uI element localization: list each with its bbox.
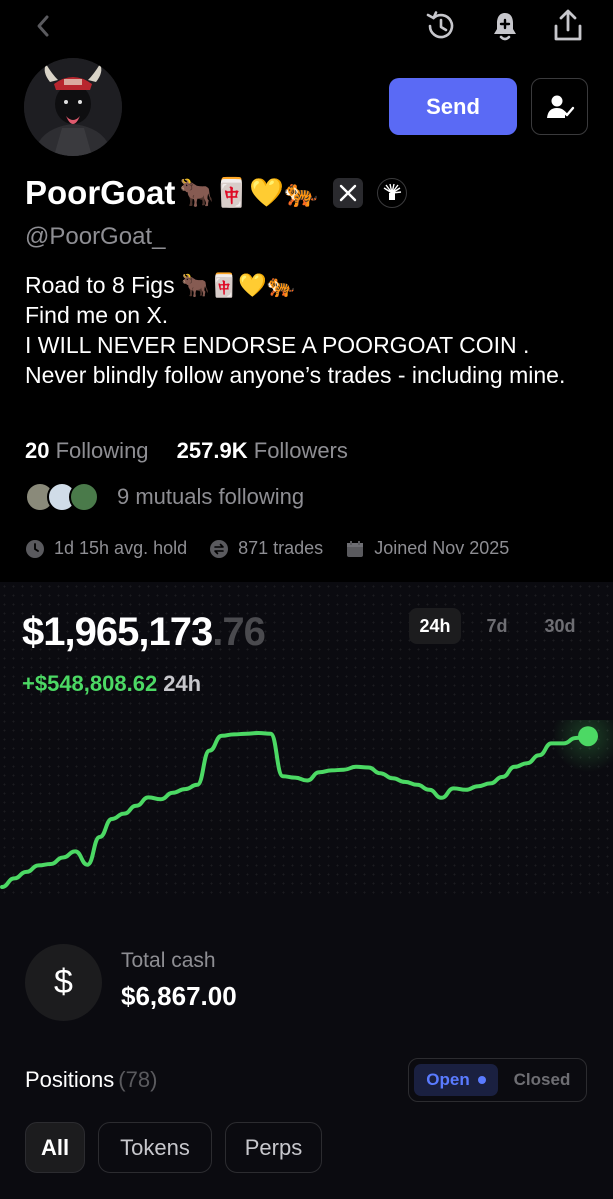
closed-tab[interactable]: Closed <box>509 1064 575 1096</box>
positions-count: (78) <box>118 1067 158 1092</box>
pnl-chart[interactable] <box>0 720 613 900</box>
cash-label: Total cash <box>121 949 216 972</box>
follow-stats: 20 Following 257.9K Followers <box>25 438 348 464</box>
filter-perps[interactable]: Perps <box>225 1122 322 1173</box>
following-label: Following <box>55 438 149 463</box>
positions-status-toggle: Open Closed <box>408 1058 587 1102</box>
pnl-endpoint-glow <box>552 720 613 773</box>
open-dot-icon <box>477 1076 486 1084</box>
follow-button[interactable] <box>531 78 588 135</box>
goat-avatar-icon <box>24 58 122 156</box>
timeframe-7d[interactable]: 7d <box>476 608 518 644</box>
clock-icon <box>26 539 44 558</box>
open-label: Open <box>426 1070 470 1089</box>
timeframe-24h[interactable]: 24h <box>409 608 461 644</box>
share-icon <box>554 9 582 41</box>
profile-name: PoorGoat <box>25 174 176 211</box>
portfolio-change: +$548,808.62 24h <box>22 671 201 697</box>
balance-main: $1,965,173 <box>22 610 213 654</box>
following-count: 20 <box>25 438 50 463</box>
back-button[interactable] <box>24 6 64 46</box>
cash-icon: $ <box>25 944 102 1021</box>
followers-link[interactable]: 257.9K Followers <box>177 438 348 463</box>
mutual-avatar <box>69 482 99 512</box>
avg-hold-text: 1d 15h avg. hold <box>54 538 188 558</box>
following-link[interactable]: 20 Following <box>25 438 149 463</box>
change-value: +$548,808.62 <box>22 671 158 696</box>
swap-icon <box>210 539 229 558</box>
bio-line: Road to 8 Figs 🐂🀄💛🐅 <box>25 272 296 298</box>
change-period: 24h <box>163 671 202 696</box>
mutuals-row[interactable]: 9 mutuals following <box>25 482 304 512</box>
name-emojis: 🐂🀄💛🐅 <box>179 177 319 208</box>
share-button[interactable] <box>548 6 588 46</box>
bell-plus-icon <box>494 13 516 41</box>
followers-count: 257.9K <box>176 438 248 463</box>
filter-all[interactable]: All <box>25 1122 85 1173</box>
portfolio-balance: $1,965,173.76 <box>22 610 266 655</box>
cash-value: $6,867.00 <box>121 981 237 1011</box>
mutuals-text: 9 mutuals following <box>117 484 305 509</box>
filter-tokens[interactable]: Tokens <box>98 1122 212 1173</box>
open-tab[interactable]: Open <box>414 1064 498 1096</box>
x-link[interactable] <box>332 178 363 208</box>
timeframe-30d[interactable]: 30d <box>536 608 584 644</box>
chevron-left-icon <box>37 15 49 37</box>
bio-line: Never blindly follow anyone’s trades - i… <box>25 362 566 388</box>
joined-date: Joined Nov 2025 <box>345 538 509 559</box>
trades-text: 871 trades <box>238 538 324 558</box>
positions-title: Positions <box>25 1067 115 1092</box>
notify-button[interactable] <box>485 6 525 46</box>
history-button[interactable] <box>421 6 461 46</box>
pnl-endpoint-dot <box>578 726 598 747</box>
balance-cents: .76 <box>212 610 266 654</box>
platform-link[interactable] <box>376 178 407 208</box>
avatar <box>24 58 122 156</box>
pnl-series-line <box>0 731 590 889</box>
profile-bio: Road to 8 Figs 🐂🀄💛🐅 Find me on X. I WILL… <box>25 270 585 390</box>
positions-header: Positions (78) <box>25 1067 157 1093</box>
joined-text: Joined Nov 2025 <box>374 538 510 558</box>
history-icon <box>426 11 454 39</box>
bio-line: I WILL NEVER ENDORSE A POORGOAT COIN . <box>25 332 530 358</box>
followers-label: Followers <box>253 438 348 463</box>
user-check-icon <box>546 95 574 118</box>
profile-name-row: PoorGoat 🐂🀄💛🐅 <box>25 174 407 212</box>
bio-line: Find me on X. <box>25 302 169 328</box>
send-button[interactable]: Send <box>389 78 517 135</box>
calendar-icon <box>347 540 364 557</box>
profile-handle: @PoorGoat_ <box>25 223 166 250</box>
avg-hold: 1d 15h avg. hold <box>25 538 187 559</box>
platform-logo-icon <box>383 183 401 200</box>
x-logo-icon <box>339 184 356 202</box>
trades-count: 871 trades <box>209 538 323 559</box>
profile-meta: 1d 15h avg. hold 871 trades Joined Nov 2… <box>25 538 531 559</box>
